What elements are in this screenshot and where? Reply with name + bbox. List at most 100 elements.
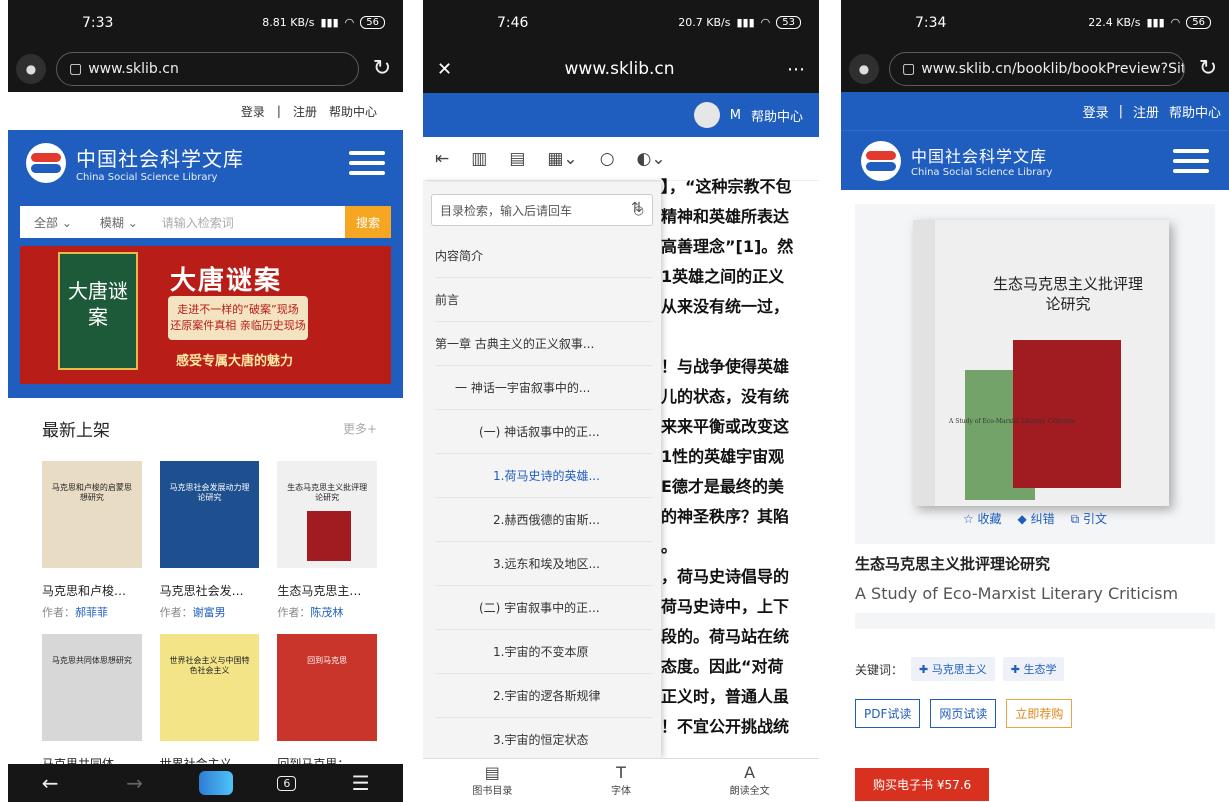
menu-icon[interactable]: ☰ xyxy=(341,771,381,795)
read-aloud-button[interactable]: A 朗读全文 xyxy=(729,763,770,798)
url-field[interactable]: ▢ www.sklib.cn xyxy=(56,51,359,86)
close-icon[interactable]: ✕ xyxy=(437,59,452,80)
help-link[interactable]: 帮助中心 xyxy=(751,106,803,125)
book-card[interactable]: 马克思共同体思想研究 马克思共同体… xyxy=(42,634,142,777)
reload-icon[interactable]: ↻ xyxy=(1195,56,1221,81)
exit-icon[interactable]: ⇤ xyxy=(435,149,449,169)
toc-search-input[interactable]: 目录检索，输入后请回车 ○ xyxy=(431,194,653,226)
book-card[interactable]: 马克思社会发展动力理论研究 马克思社会发… 作者：谢富男 xyxy=(159,461,260,634)
site-logo[interactable] xyxy=(26,143,66,183)
book-card[interactable]: 生态马克思主义批评理论研究 生态马克思主… 作者：陈茂林 xyxy=(277,461,377,634)
toc-label: 图书目录 xyxy=(472,786,513,797)
avatar[interactable] xyxy=(693,102,720,128)
reload-icon[interactable]: ↻ xyxy=(369,56,395,81)
site-title: 中国社会科学文库 China Social Science Library xyxy=(911,143,1163,178)
book-cover[interactable]: 马克思共同体思想研究 xyxy=(42,634,142,741)
author-link[interactable]: 郝菲菲 xyxy=(75,606,108,619)
keyword-tag[interactable]: ✚ 生态学 xyxy=(1002,657,1065,681)
login-link[interactable]: 登录 xyxy=(1083,102,1109,121)
toc-item[interactable]: 2.宇宙的逻各斯规律 xyxy=(435,674,653,718)
recommend-button[interactable]: 立即荐购 xyxy=(1006,699,1073,728)
layout-icon[interactable]: ▦⌄ xyxy=(547,149,577,169)
scope-select[interactable]: 全部 ⌄ xyxy=(20,214,86,231)
help-link[interactable]: 帮助中心 xyxy=(1169,102,1221,121)
toc-item[interactable]: (二) 宇宙叙事中的正... xyxy=(435,586,653,630)
top-links: 登录 | 注册 帮助中心 xyxy=(841,92,1229,130)
book-cover[interactable]: 马克思和卢梭的启蒙思想研究 xyxy=(42,461,142,568)
toc-item[interactable]: 1.宇宙的不变本原 xyxy=(435,630,653,674)
notes-icon[interactable]: ▤ xyxy=(509,149,525,169)
book-card[interactable]: 回到马克思 回到马克思：… xyxy=(277,634,377,777)
toc-list: 内容简介 前言 第一章 古典主义的正义叙事... 一 神话一宇宙叙事中的... (一) … xyxy=(423,234,661,762)
book-cover[interactable]: 生态马克思主义批评理论研究 xyxy=(277,461,377,568)
menu-icon[interactable] xyxy=(349,151,385,175)
menu-icon[interactable] xyxy=(1173,148,1209,173)
buy-ebook-button[interactable]: 购买电子书 ¥57.6 xyxy=(855,768,990,801)
theme-toggle-icon[interactable]: ◐⌄ xyxy=(637,149,666,169)
toc-item[interactable]: 1.荷马史诗的英雄... xyxy=(435,454,653,498)
more-link[interactable]: 更多+ xyxy=(343,420,377,437)
mode-select[interactable]: 模糊 ⌄ xyxy=(86,214,152,231)
promo-banner[interactable]: 大唐谜案 大唐谜案 走进不一样的“破案”现场 还原案件真相 亲临历史现场 感受专… xyxy=(20,246,391,384)
author-link[interactable]: 谢富男 xyxy=(193,606,226,619)
keyword-tag[interactable]: ✚ 马克思主义 xyxy=(911,657,995,681)
favorite-button[interactable]: ☆ 收藏 xyxy=(963,510,1002,527)
tabs-icon[interactable]: 6 xyxy=(277,775,297,791)
toc-panel: 目录检索，输入后请回车 ○ 内容简介 前言 第一章 古典主义的正义叙事... 一 神话… xyxy=(423,182,661,762)
author-link[interactable]: 陈茂林 xyxy=(310,606,343,619)
scope-value: 全部 xyxy=(34,215,59,230)
reader-content: 】，“这种宗教不包 精神和英雄所表达 高善理念”[1]。然 1英雄之间的正义 从来没有统… xyxy=(661,172,819,742)
user-name[interactable]: M xyxy=(730,108,741,123)
toc-item[interactable]: 第一章 古典主义的正义叙事... xyxy=(435,322,653,366)
phone-reader: 7:46 20.7 KB/s ▮▮▮ ◠ 53 ✕ www.sklib.cn ⋯… xyxy=(423,0,819,802)
read-aloud-icon: A xyxy=(744,763,756,782)
book-name[interactable]: 生态马克思主… xyxy=(277,582,377,599)
site-settings-icon[interactable]: ● xyxy=(849,53,879,84)
copilot-icon[interactable] xyxy=(198,771,233,795)
sort-icon[interactable]: ⇅ xyxy=(631,200,643,216)
font-label: 字体 xyxy=(610,786,631,797)
book-grid: 马克思和卢梭的启蒙思想研究 马克思和卢梭… 作者：郝菲菲 马克思社会发展动力理论… xyxy=(42,461,377,777)
url-field[interactable]: ▢ www.sklib.cn/booklib/bookPreview?Site xyxy=(889,51,1185,86)
toc-item[interactable]: 一 神话一宇宙叙事中的... xyxy=(435,366,653,410)
search-button[interactable]: 搜索 xyxy=(345,206,391,238)
toc-button[interactable]: ▤ 图书目录 xyxy=(472,764,513,798)
book-name[interactable]: 马克思和卢梭… xyxy=(42,582,142,599)
reader-line: 从来没有统一过， xyxy=(661,297,790,316)
more-icon[interactable]: ⋯ xyxy=(787,59,805,80)
book-cover[interactable]: 马克思社会发展动力理论研究 xyxy=(159,461,260,568)
book-card[interactable]: 马克思和卢梭的启蒙思想研究 马克思和卢梭… 作者：郝菲菲 xyxy=(42,461,142,634)
toc-item[interactable]: 前言 xyxy=(435,278,653,322)
register-link[interactable]: 注册 xyxy=(1133,102,1159,121)
book-card[interactable]: 世界社会主义与中国特色社会主义 世界社会主义… xyxy=(159,634,260,777)
read-aloud-label: 朗读全文 xyxy=(729,786,770,797)
cover-title: 生态马克思主义批评理论研究 xyxy=(993,275,1144,313)
book-name[interactable]: 马克思社会发… xyxy=(160,582,260,599)
book-cover[interactable]: 生态马克思主义批评理论研究 A Study of Eco-Marxist Lit… xyxy=(913,220,1169,506)
library-icon[interactable]: ▥ xyxy=(471,149,487,169)
forward-icon[interactable]: → xyxy=(115,771,155,795)
cite-button[interactable]: ⧉ 引文 xyxy=(1071,510,1107,527)
toc-item[interactable]: 内容简介 xyxy=(435,234,653,278)
site-logo[interactable] xyxy=(861,140,901,181)
toc-item[interactable]: 3.宇宙的恒定状态 xyxy=(435,718,653,762)
back-icon[interactable]: ← xyxy=(30,771,70,795)
report-error-button[interactable]: ◆ 纠错 xyxy=(1018,510,1055,527)
toc-item[interactable]: 3.远东和埃及地区... xyxy=(435,542,653,586)
book-cover[interactable]: 回到马克思 xyxy=(277,634,377,741)
web-trial-button[interactable]: 网页试读 xyxy=(930,699,997,728)
search-input[interactable]: 请输入检索词 xyxy=(152,214,345,231)
pdf-trial-button[interactable]: PDF试读 xyxy=(855,699,921,728)
help-link[interactable]: 帮助中心 xyxy=(329,103,377,120)
toc-item[interactable]: (一) 神话叙事中的正... xyxy=(435,410,653,454)
site-settings-icon[interactable]: ● xyxy=(16,53,46,84)
toc-item[interactable]: 2.赫西俄德的宙斯... xyxy=(435,498,653,542)
clock: 7:34 xyxy=(915,14,947,31)
login-link[interactable]: 登录 xyxy=(241,103,265,120)
font-button[interactable]: T 字体 xyxy=(610,764,631,798)
book-cover[interactable]: 世界社会主义与中国特色社会主义 xyxy=(159,634,260,741)
cover-title: 回到马克思 xyxy=(307,656,348,665)
register-link[interactable]: 注册 xyxy=(293,103,317,120)
search-icon[interactable]: ○ xyxy=(600,149,615,169)
cover-title: 生态马克思主义批评理论研究 xyxy=(287,483,368,502)
